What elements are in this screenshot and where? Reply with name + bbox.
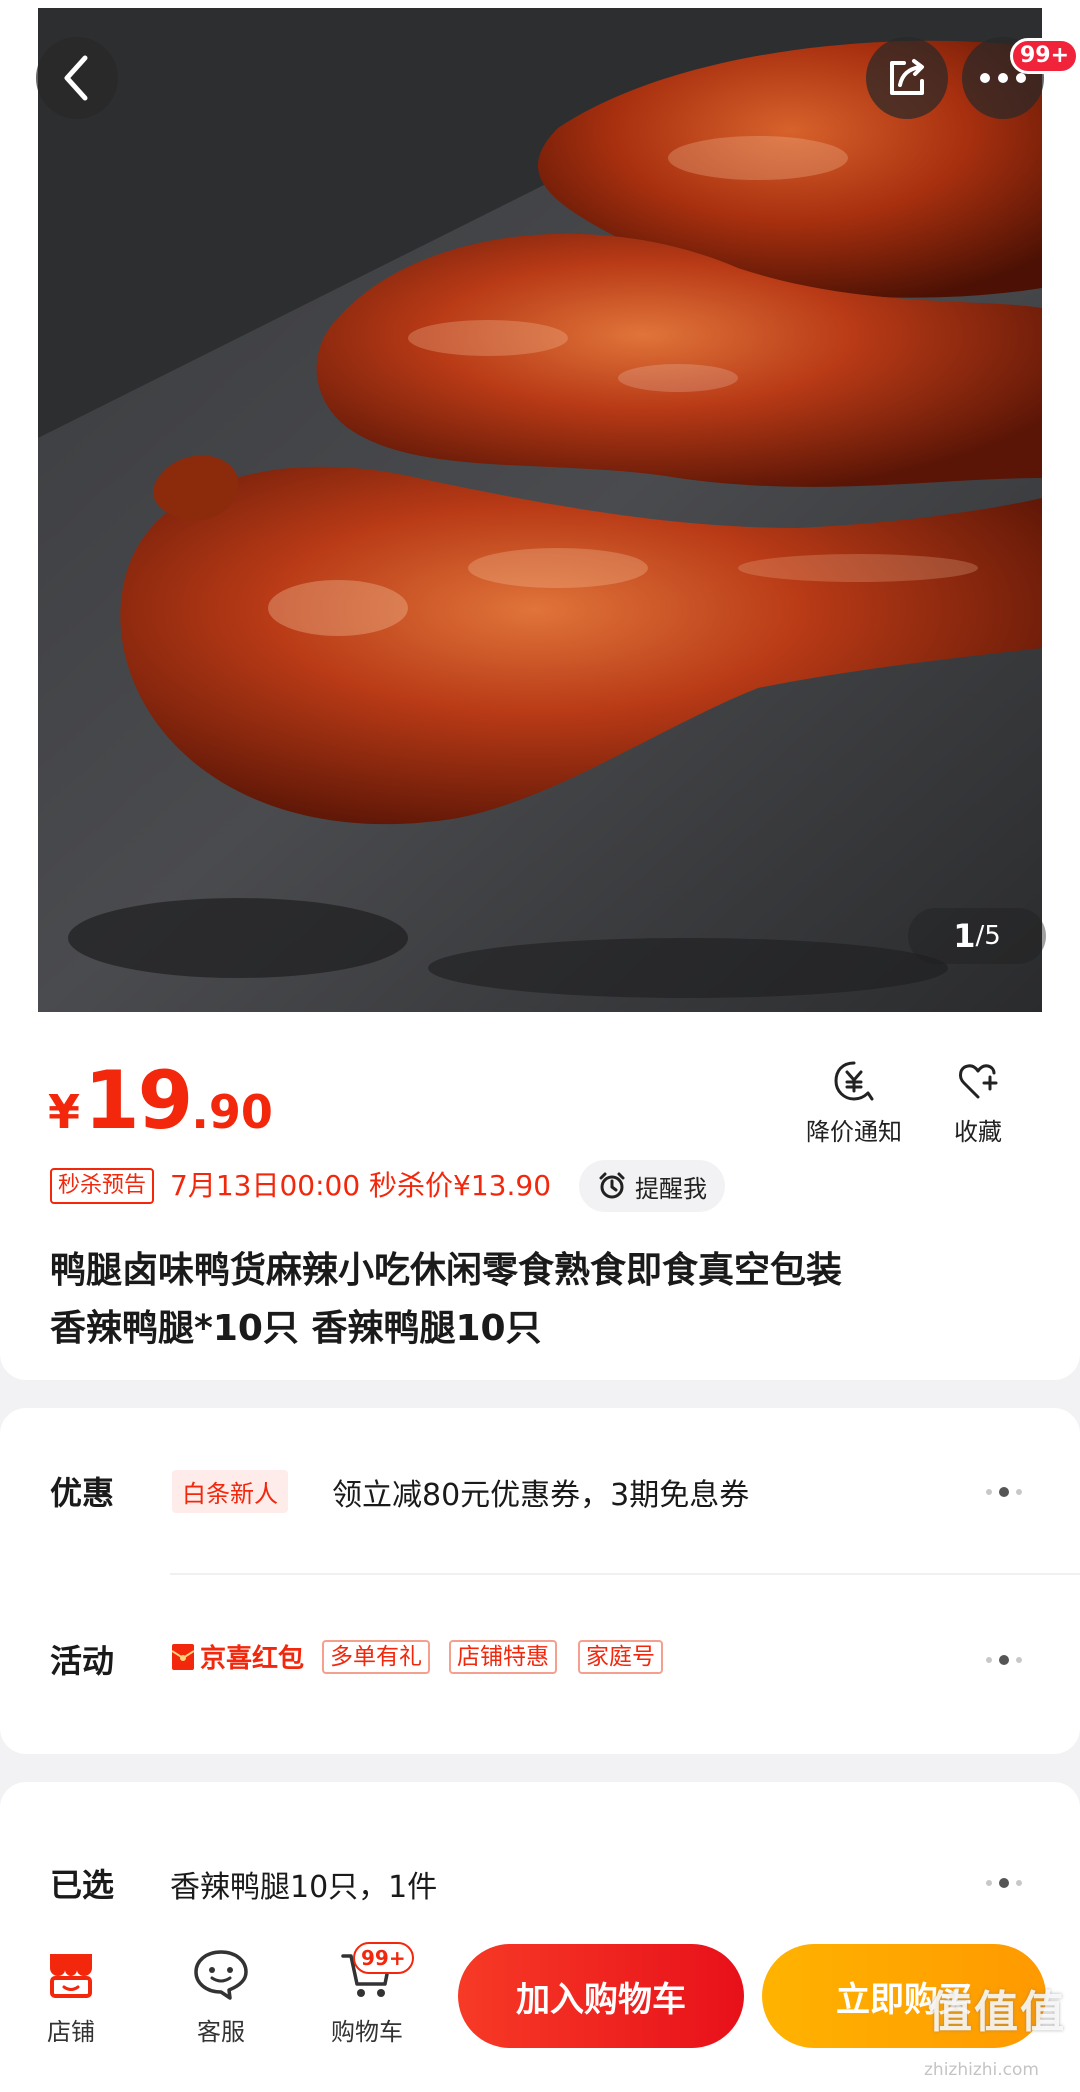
remind-me-button[interactable]: 提醒我 [579,1160,726,1212]
shop-icon [40,1944,102,2006]
product-image-gallery[interactable]: 99+ 1 / 5 [0,0,1080,1012]
promotions-card: 优惠 白条新人 领立减80元优惠券，3期免息券 活动 京喜红包 多单有礼 店铺特… [0,1408,1080,1754]
activity-tag-shop-deal: 店铺特惠 [449,1640,557,1674]
share-button[interactable] [866,37,948,119]
back-button[interactable] [36,37,118,119]
favorite-label: 收藏 [954,1118,1002,1146]
product-title-line-1: 鸭腿卤味鸭货麻辣小吃休闲零食熟食即食真空包装 [50,1250,843,1291]
gallery-current-page: 1 [953,917,976,955]
remind-me-label: 提醒我 [635,1174,708,1203]
shop-button[interactable]: 店铺 [16,1944,126,2047]
activity-tag-family: 家庭号 [578,1640,663,1674]
flash-sale-row: 秒杀预告 7月13日00:00 秒杀价¥13.90 提醒我 [50,1160,726,1212]
discount-tag: 白条新人 [172,1470,288,1513]
product-title: 鸭腿卤味鸭货麻辣小吃休闲零食熟食即食真空包装 香辣鸭腿*10只 香辣鸭腿10只 [50,1242,1030,1358]
red-envelope-icon [172,1643,194,1670]
gallery-total-pages: 5 [984,921,1001,951]
site-watermark-url: zhizhizhi.com [924,2060,1039,2080]
flash-sale-tag: 秒杀预告 [50,1168,155,1204]
bottom-action-bar: 店铺 客服 购物车 99+ 加入购物车 立即购买 [0,1922,1080,2092]
price-currency: ¥ [48,1085,81,1139]
activity-label: 活动 [50,1642,115,1680]
price-integer: 19 [84,1054,193,1147]
jingxi-red-packet: 京喜红包 [172,1638,304,1675]
service-label: 客服 [197,2018,245,2046]
price-drop-notify-label: 降价通知 [806,1118,902,1146]
share-icon [890,59,924,95]
service-button[interactable]: 客服 [166,1944,276,2047]
cart-badge: 99+ [353,1942,414,1974]
cart-label: 购物车 [331,2018,403,2046]
jingxi-red-packet-label: 京喜红包 [200,1644,305,1674]
heart-plus-icon [955,1058,1001,1104]
discount-label: 优惠 [50,1474,115,1512]
back-arrow-icon [64,55,88,101]
price-drop-notify-button[interactable]: 降价通知 [806,1058,902,1147]
service-icon [190,1944,252,2006]
activity-tag-multi-order: 多单有礼 [322,1640,430,1674]
add-to-cart-button[interactable]: 加入购物车 [458,1944,744,2048]
shop-label: 店铺 [47,2018,95,2046]
selected-value: 香辣鸭腿10只，1件 [170,1870,438,1905]
selected-label: 已选 [50,1866,115,1904]
price-decimal: .90 [191,1085,273,1139]
product-info-card: ¥ 19 .90 降价通知 收藏 秒杀预告 7月13日00:00 秒杀价¥13.… [0,1012,1080,1380]
product-title-line-2: 香辣鸭腿*10只 香辣鸭腿10只 [50,1308,542,1349]
product-price: ¥ 19 .90 [48,1054,273,1147]
favorite-button[interactable]: 收藏 [954,1058,1002,1147]
alarm-clock-icon [597,1171,627,1201]
discount-more-icon[interactable] [986,1487,1022,1497]
gallery-page-indicator: 1 / 5 [908,908,1046,964]
promo-divider [170,1573,1080,1575]
site-watermark: 值值值 [928,1987,1066,2038]
selected-more-icon[interactable] [986,1878,1022,1888]
price-drop-icon [831,1058,877,1104]
activity-row[interactable]: 活动 京喜红包 多单有礼 店铺特惠 家庭号 [0,1608,1080,1708]
more-badge: 99+ [1010,38,1080,74]
product-photo-duck-legs[interactable] [38,8,1042,1012]
more-icon [980,73,1026,83]
gallery-separator: / [975,921,985,951]
discount-text: 领立减80元优惠券，3期免息券 [332,1478,750,1513]
activity-more-icon[interactable] [986,1655,1022,1665]
flash-sale-text: 7月13日00:00 秒杀价¥13.90 [170,1169,552,1202]
discount-row[interactable]: 优惠 白条新人 领立减80元优惠券，3期免息券 [0,1440,1080,1540]
